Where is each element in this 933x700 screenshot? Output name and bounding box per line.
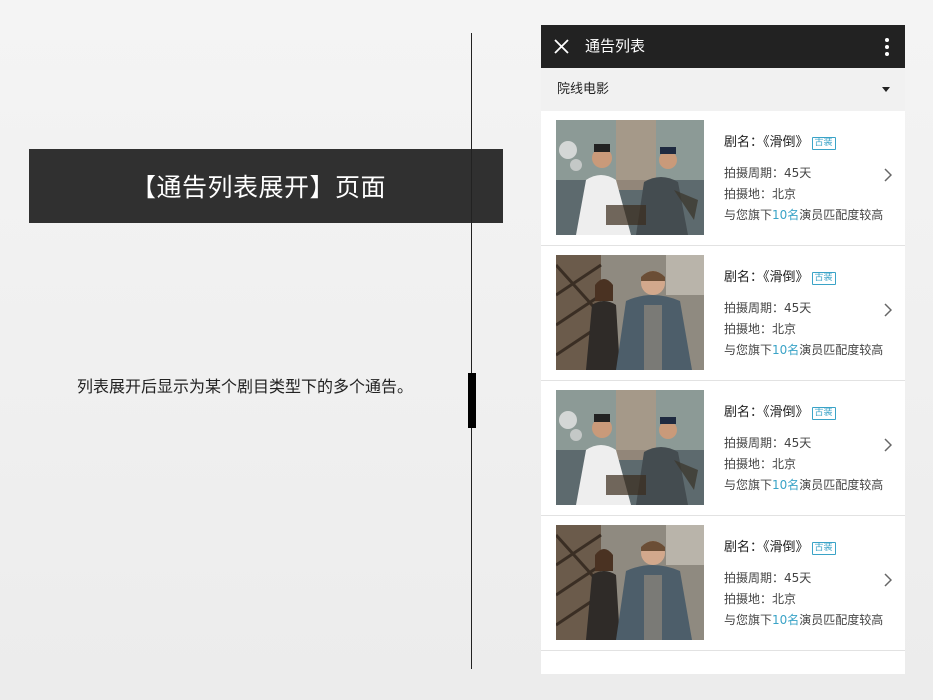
chevron-right-icon — [884, 168, 892, 182]
match-prefix: 与您旗下 — [724, 343, 773, 357]
genre-tag: 古装 — [811, 137, 836, 150]
notice-match: 与您旗下10名演员匹配度较高 — [724, 341, 883, 358]
modern-still-image — [556, 525, 704, 640]
list-bottom-space — [541, 651, 905, 674]
notice-thumbnail — [556, 525, 704, 640]
match-suffix: 演员匹配度较高 — [799, 208, 884, 222]
match-prefix: 与您旗下 — [724, 208, 773, 222]
divider-marker — [468, 373, 476, 428]
divider-line — [471, 33, 472, 669]
match-prefix: 与您旗下 — [724, 478, 773, 492]
notice-thumbnail — [556, 255, 704, 370]
notice-match: 与您旗下10名演员匹配度较高 — [724, 476, 883, 493]
match-count: 10名 — [772, 343, 800, 357]
costume-still-image — [556, 390, 704, 505]
notice-period: 拍摄周期：45天 — [724, 436, 812, 450]
genre-tag: 古装 — [811, 542, 836, 555]
match-count: 10名 — [772, 208, 800, 222]
notice-name-prefix: 剧名： — [724, 270, 764, 285]
notice-item[interactable]: 剧名：《滑倒》 古装 拍摄周期：45天 拍摄地：北京 与您旗下10名演员匹配度较高 — [541, 381, 905, 516]
notice-name-prefix: 剧名： — [724, 135, 764, 150]
notice-location: 拍摄地：北京 — [724, 187, 797, 201]
genre-tag: 古装 — [811, 272, 836, 285]
notice-period: 拍摄周期：45天 — [724, 571, 812, 585]
notice-title: 《滑倒》 — [763, 270, 809, 285]
notice-name-prefix: 剧名： — [724, 540, 764, 555]
category-dropdown[interactable]: 院线电影 — [541, 68, 905, 111]
chevron-right-icon — [884, 438, 892, 452]
notice-location: 拍摄地：北京 — [724, 322, 797, 336]
match-suffix: 演员匹配度较高 — [799, 478, 884, 492]
notice-name-row: 剧名：《滑倒》 古装 — [724, 131, 836, 150]
page-title: 通告列表 — [585, 37, 646, 55]
notice-name-row: 剧名：《滑倒》 古装 — [724, 401, 836, 420]
annotation-title: 【通告列表展开】页面 — [131, 173, 387, 202]
match-prefix: 与您旗下 — [724, 613, 773, 627]
notice-period: 拍摄周期：45天 — [724, 301, 812, 315]
phone-screen: 通告列表 院线电影 剧名：《滑倒》 古装 拍摄周期：45天 拍摄地：北京 与您旗下… — [541, 25, 905, 674]
notice-title: 《滑倒》 — [763, 540, 809, 555]
notice-title: 《滑倒》 — [763, 135, 809, 150]
notice-location: 拍摄地：北京 — [724, 592, 797, 606]
notice-name-row: 剧名：《滑倒》 古装 — [724, 536, 836, 555]
notice-name-prefix: 剧名： — [724, 405, 764, 420]
category-label: 院线电影 — [557, 82, 610, 97]
annotation-title-banner: 【通告列表展开】页面 — [29, 149, 503, 223]
match-count: 10名 — [772, 478, 800, 492]
costume-still-image — [556, 120, 704, 235]
chevron-right-icon — [884, 303, 892, 317]
notice-list: 剧名：《滑倒》 古装 拍摄周期：45天 拍摄地：北京 与您旗下10名演员匹配度较高… — [541, 111, 905, 651]
notice-item[interactable]: 剧名：《滑倒》 古装 拍摄周期：45天 拍摄地：北京 与您旗下10名演员匹配度较高 — [541, 246, 905, 381]
chevron-right-icon — [884, 573, 892, 587]
notice-period: 拍摄周期：45天 — [724, 166, 812, 180]
top-bar: 通告列表 — [541, 25, 905, 68]
notice-name-row: 剧名：《滑倒》 古装 — [724, 266, 836, 285]
notice-title: 《滑倒》 — [763, 405, 809, 420]
more-vertical-icon[interactable] — [883, 37, 891, 57]
close-icon[interactable] — [554, 39, 569, 54]
notice-thumbnail — [556, 390, 704, 505]
caret-down-icon — [882, 87, 890, 92]
annotation-description: 列表展开后显示为某个剧目类型下的多个通告。 — [77, 377, 414, 396]
modern-still-image — [556, 255, 704, 370]
match-suffix: 演员匹配度较高 — [799, 343, 884, 357]
notice-thumbnail — [556, 120, 704, 235]
notice-match: 与您旗下10名演员匹配度较高 — [724, 206, 883, 223]
notice-item[interactable]: 剧名：《滑倒》 古装 拍摄周期：45天 拍摄地：北京 与您旗下10名演员匹配度较高 — [541, 111, 905, 246]
match-suffix: 演员匹配度较高 — [799, 613, 884, 627]
notice-location: 拍摄地：北京 — [724, 457, 797, 471]
genre-tag: 古装 — [811, 407, 836, 420]
notice-item[interactable]: 剧名：《滑倒》 古装 拍摄周期：45天 拍摄地：北京 与您旗下10名演员匹配度较高 — [541, 516, 905, 651]
match-count: 10名 — [772, 613, 800, 627]
notice-match: 与您旗下10名演员匹配度较高 — [724, 611, 883, 628]
